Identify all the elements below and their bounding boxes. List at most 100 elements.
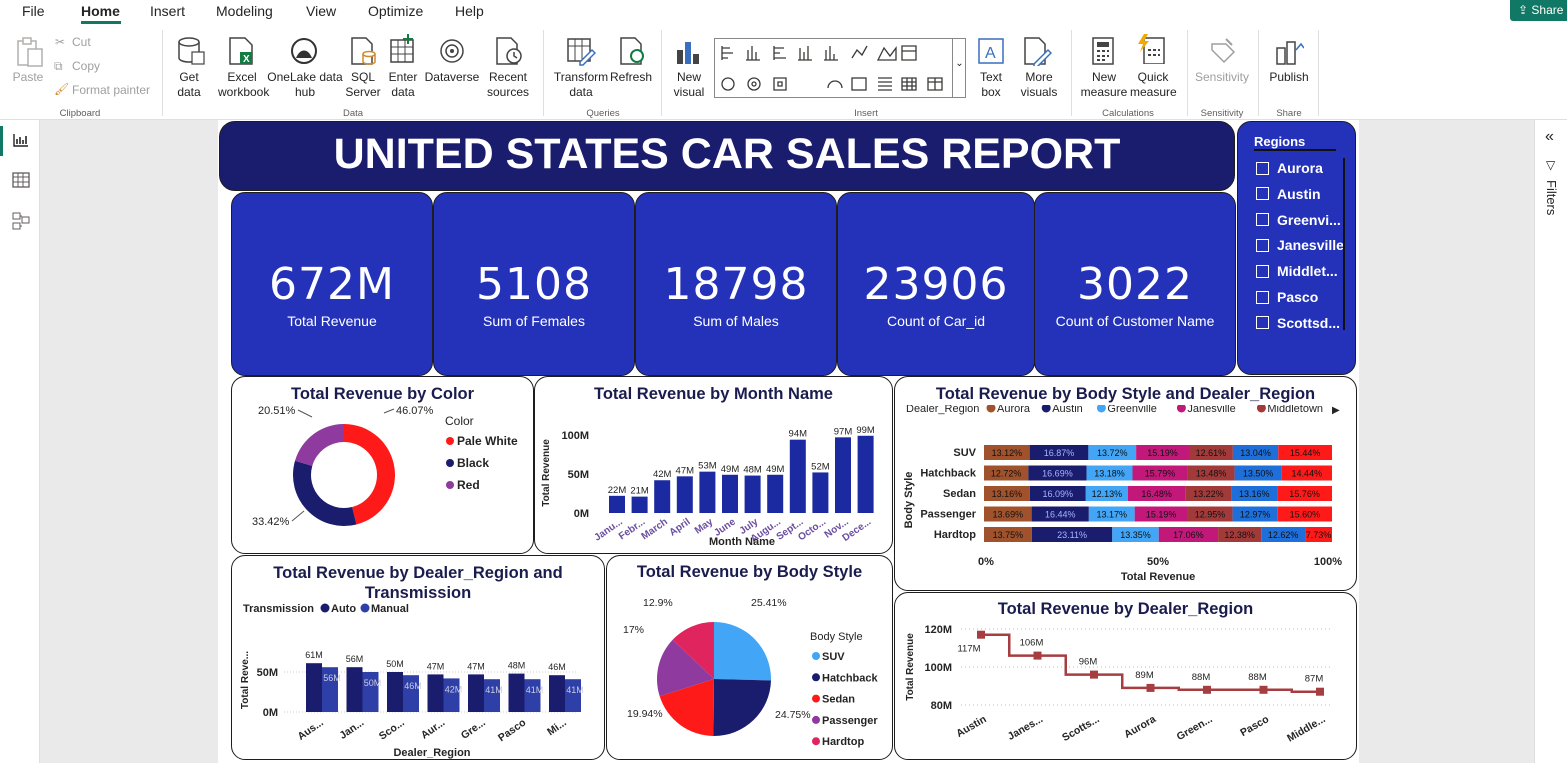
data-label: 50M bbox=[364, 678, 382, 688]
data-label: 49M bbox=[721, 464, 740, 475]
kpi-card-sum-of-females: 5108 Sum of Females bbox=[433, 192, 635, 376]
report-view-icon[interactable] bbox=[12, 132, 30, 148]
paste-button[interactable]: Paste bbox=[10, 70, 46, 85]
data-label: 88M bbox=[1192, 672, 1211, 683]
ribbon-separator bbox=[1071, 30, 1072, 116]
menu-optimize[interactable]: Optimize bbox=[368, 3, 423, 19]
data-label: 56M bbox=[346, 654, 364, 664]
slicer-item[interactable]: Greenvi... bbox=[1256, 211, 1341, 229]
slicer-item[interactable]: Austin bbox=[1256, 185, 1321, 203]
slicer-item[interactable]: Pasco bbox=[1256, 288, 1318, 306]
menu-help[interactable]: Help bbox=[455, 3, 484, 19]
menu-home[interactable]: Home bbox=[81, 3, 120, 19]
chart-revenue-by-body-style-region[interactable]: Total Revenue by Body Style and Dealer_R… bbox=[894, 376, 1357, 591]
data-label: 52M bbox=[811, 461, 830, 472]
legend-marker bbox=[1176, 405, 1186, 413]
filter-icon: ▽ bbox=[1546, 158, 1556, 172]
cut-button[interactable]: Cut bbox=[72, 35, 91, 50]
bar bbox=[609, 495, 625, 513]
slicer-checkbox[interactable] bbox=[1256, 187, 1269, 201]
new-measure-button[interactable]: New measure bbox=[1078, 70, 1130, 100]
slicer-checkbox[interactable] bbox=[1256, 213, 1269, 227]
slicer-item[interactable]: Janesville bbox=[1256, 236, 1344, 254]
chart-revenue-by-dealer-region[interactable]: Total Revenue by Dealer_Region 120M 100M 8… bbox=[894, 592, 1357, 760]
data-label: 56M bbox=[323, 673, 341, 683]
refresh-button[interactable]: Refresh bbox=[610, 70, 652, 85]
data-label: 46M bbox=[404, 681, 422, 691]
menu-insert[interactable]: Insert bbox=[150, 3, 185, 19]
enter-data-button[interactable]: Enter data bbox=[385, 70, 421, 100]
y-tick-label: Hardtop bbox=[934, 529, 976, 541]
chart-revenue-by-month[interactable]: Total Revenue by Month Name 100M 50M 0M Tot… bbox=[534, 376, 893, 554]
data-label: 15.44% bbox=[1290, 448, 1321, 458]
visualizations-gallery-icons[interactable] bbox=[718, 42, 948, 94]
excel-workbook-button[interactable]: Excel workbook bbox=[218, 70, 269, 100]
filters-pane-collapsed[interactable]: « ▽ Filters bbox=[1534, 120, 1567, 763]
sql-server-icon bbox=[351, 37, 376, 65]
slicer-scrollbar[interactable] bbox=[1343, 158, 1345, 330]
slicer-checkbox[interactable] bbox=[1256, 161, 1269, 175]
bar bbox=[812, 472, 829, 513]
expand-pane-icon[interactable]: « bbox=[1545, 128, 1554, 146]
sensitivity-button[interactable]: Sensitivity bbox=[1192, 70, 1252, 85]
text-box-button[interactable]: Text box bbox=[972, 70, 1010, 100]
chart-revenue-by-body-style[interactable]: Total Revenue by Body Style 25.41% 24.75%… bbox=[606, 555, 893, 760]
data-label: 13.16% bbox=[1239, 489, 1270, 499]
slicer-item-label: Aurora bbox=[1277, 160, 1323, 176]
bar bbox=[744, 475, 761, 513]
recent-sources-button[interactable]: Recent sources bbox=[480, 70, 536, 100]
sql-server-button[interactable]: SQL Server bbox=[344, 70, 382, 100]
bar bbox=[857, 435, 874, 513]
menu-file[interactable]: File bbox=[22, 3, 45, 19]
slicer-checkbox[interactable] bbox=[1256, 264, 1269, 278]
data-label: 61M bbox=[305, 650, 323, 660]
transform-data-button[interactable]: Transform data bbox=[551, 70, 611, 100]
onelake-data-hub-button[interactable]: OneLake data hub bbox=[266, 70, 344, 100]
slicer-item[interactable]: Scottsd... bbox=[1256, 314, 1340, 332]
group-label-insert: Insert bbox=[854, 108, 878, 119]
menu-view[interactable]: View bbox=[306, 3, 336, 19]
menu-modeling[interactable]: Modeling bbox=[216, 3, 273, 19]
quick-measure-icon bbox=[1138, 34, 1165, 64]
get-data-button[interactable]: Get data bbox=[168, 70, 210, 100]
paste-icon bbox=[17, 37, 43, 67]
data-label: 13.16% bbox=[992, 489, 1023, 499]
recent-sources-icon bbox=[496, 37, 522, 65]
new-visual-button[interactable]: New visual bbox=[670, 70, 708, 100]
data-label: 13.22% bbox=[1193, 489, 1224, 499]
copy-icon: ⧉ bbox=[54, 59, 63, 73]
model-view-icon[interactable] bbox=[12, 212, 30, 230]
chart-revenue-by-color[interactable]: Total Revenue by Color 46.07% 33.42% 20.51… bbox=[231, 376, 534, 554]
data-label: 16.44% bbox=[1045, 510, 1076, 520]
slicer-checkbox[interactable] bbox=[1256, 290, 1269, 304]
legend-item: Manual bbox=[371, 603, 409, 615]
format-painter-button[interactable]: Format painter bbox=[72, 83, 150, 98]
filters-label: Filters bbox=[1544, 180, 1559, 216]
share-button[interactable]: ⇪ Share bbox=[1510, 0, 1567, 21]
legend-marker bbox=[812, 715, 820, 724]
slicer-checkbox[interactable] bbox=[1256, 316, 1269, 330]
y-tick-label: 120M bbox=[924, 624, 952, 636]
x-tick-label: Jan... bbox=[337, 717, 366, 742]
kpi-card-total-revenue: 672M Total Revenue bbox=[231, 192, 433, 376]
copy-button[interactable]: Copy bbox=[72, 59, 100, 74]
legend-marker bbox=[446, 459, 454, 467]
gallery-expand-icon[interactable]: ⌄ bbox=[952, 38, 966, 98]
dataverse-button[interactable]: Dataverse bbox=[424, 70, 480, 85]
chart-title: Total Revenue by Body Style bbox=[636, 563, 863, 581]
table-view-icon[interactable] bbox=[12, 172, 30, 188]
more-visuals-button[interactable]: More visuals bbox=[1010, 70, 1068, 100]
data-label: 53M bbox=[698, 461, 717, 472]
publish-button[interactable]: Publish bbox=[1266, 70, 1312, 85]
chart-revenue-by-region-transmission[interactable]: Total Revenue by Dealer_Region and Trans… bbox=[231, 555, 605, 760]
quick-measure-button[interactable]: Quick measure bbox=[1130, 70, 1177, 100]
x-axis-title: Dealer_Region bbox=[393, 747, 470, 759]
data-label: 15.76% bbox=[1289, 489, 1320, 499]
x-tick-label: Pasco bbox=[496, 717, 528, 745]
legend-item: Greenville bbox=[1107, 405, 1157, 415]
slicer-checkbox[interactable] bbox=[1256, 238, 1269, 252]
slicer-item[interactable]: Middlet... bbox=[1256, 262, 1338, 280]
kpi-card-count-car-id: 23906 Count of Car_id bbox=[837, 192, 1035, 376]
slicer-item[interactable]: Aurora bbox=[1256, 159, 1323, 177]
x-tick-label: April bbox=[668, 516, 693, 538]
